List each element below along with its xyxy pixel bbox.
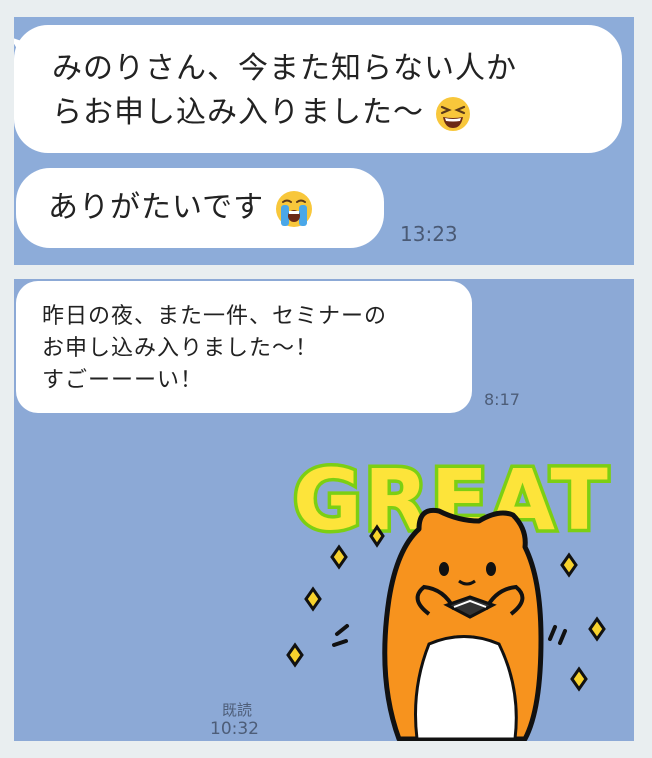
message-timestamp: 13:23 bbox=[400, 222, 458, 246]
message-line: お申し込み入りました〜！ bbox=[42, 336, 319, 361]
message-bubble[interactable]: ありがたいです bbox=[16, 168, 384, 248]
chat-screenshot-top: みのりさん、今また知らない人か らお申し込み入りました〜 ありがたいです 13:… bbox=[14, 17, 634, 265]
message-line: 昨日の夜、また一件、セミナーの bbox=[42, 304, 388, 329]
message-bubble[interactable]: みのりさん、今また知らない人か らお申し込み入りました〜 bbox=[14, 25, 622, 153]
message-timestamp: 8:17 bbox=[484, 390, 520, 409]
crying-face-icon bbox=[275, 190, 312, 227]
chat-screenshot-bottom: 昨日の夜、また一件、セミナーの お申し込み入りました〜！ すごーーーい！ 8:1… bbox=[14, 279, 634, 741]
laughing-face-icon bbox=[435, 96, 470, 131]
message-bubble[interactable]: 昨日の夜、また一件、セミナーの お申し込み入りました〜！ すごーーーい！ bbox=[16, 281, 472, 413]
message-line: すごーーーい！ bbox=[42, 368, 204, 393]
message-timestamp: 10:32 bbox=[210, 719, 259, 739]
bubble-tail bbox=[14, 37, 32, 63]
hamster-great-sticker[interactable]: GREAT bbox=[279, 429, 624, 741]
read-receipt: 既読 bbox=[222, 701, 253, 719]
message-text: ありがたいです bbox=[48, 190, 265, 225]
message-line: みのりさん、今また知らない人か bbox=[52, 51, 517, 86]
message-line: らお申し込み入りました〜 bbox=[52, 91, 592, 135]
